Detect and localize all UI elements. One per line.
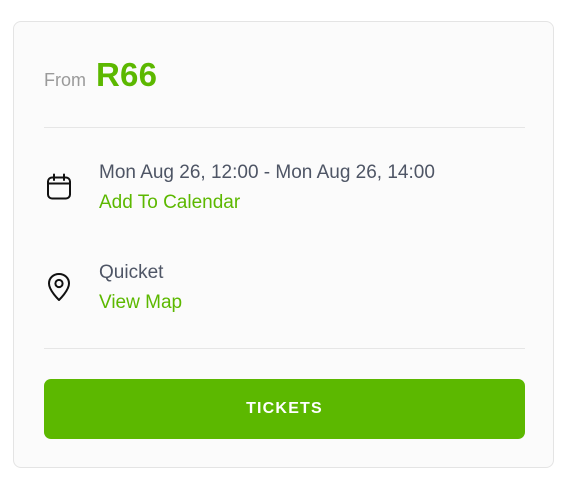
event-date-details: Mon Aug 26, 12:00 - Mon Aug 26, 14:00 Ad… bbox=[99, 160, 435, 216]
event-date-row: Mon Aug 26, 12:00 - Mon Aug 26, 14:00 Ad… bbox=[44, 160, 525, 220]
divider bbox=[44, 348, 525, 349]
price-row: From R66 bbox=[44, 56, 157, 94]
event-ticket-card: From R66 Mon Aug 26, 12:00 - Mon Aug 26,… bbox=[13, 21, 554, 468]
venue-name: Quicket bbox=[99, 262, 164, 283]
view-map-link[interactable]: View Map bbox=[99, 290, 182, 316]
tickets-button[interactable]: TICKETS bbox=[44, 379, 525, 439]
price-amount: R66 bbox=[96, 56, 158, 93]
divider bbox=[44, 127, 525, 128]
venue-row: Quicket View Map bbox=[44, 260, 525, 320]
calendar-icon bbox=[44, 172, 74, 202]
from-label: From bbox=[44, 70, 86, 90]
event-datetime: Mon Aug 26, 12:00 - Mon Aug 26, 14:00 bbox=[99, 162, 435, 183]
add-to-calendar-link[interactable]: Add To Calendar bbox=[99, 190, 435, 216]
venue-details: Quicket View Map bbox=[99, 260, 182, 316]
location-pin-icon bbox=[44, 272, 74, 302]
